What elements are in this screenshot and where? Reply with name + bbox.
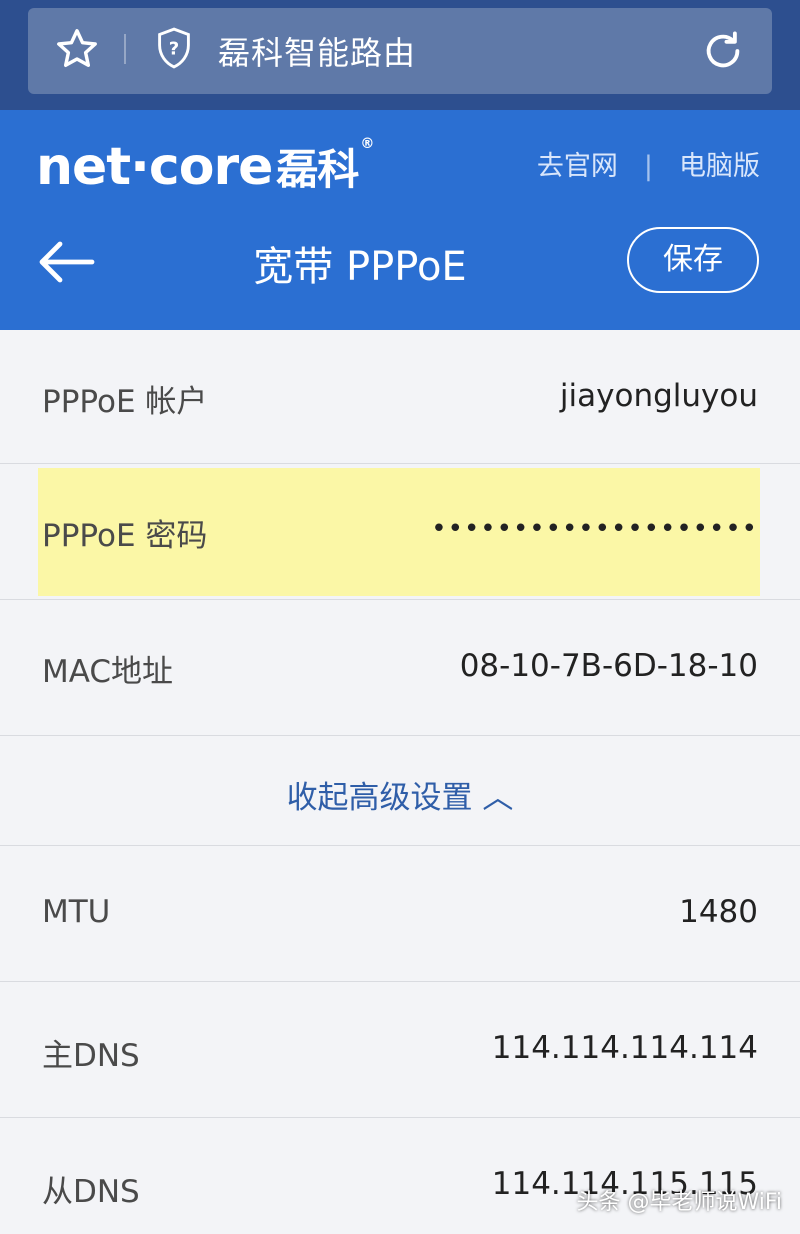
mtu-label: MTU: [42, 894, 111, 930]
app-header: net·core磊科® 去官网 | 电脑版 宽带 PPPoE 保存: [0, 110, 800, 330]
browser-bar: ? 磊科智能路由: [0, 0, 800, 110]
password-label: PPPoE 密码: [42, 518, 208, 554]
top-links: 去官网 | 电脑版: [537, 144, 760, 183]
mac-input[interactable]: 08-10-7B-6D-18-10: [460, 648, 758, 684]
svg-text:?: ?: [169, 38, 179, 59]
desktop-version-link[interactable]: 电脑版: [679, 151, 760, 182]
official-site-link[interactable]: 去官网: [537, 151, 618, 182]
link-separator: |: [643, 151, 653, 182]
reload-icon[interactable]: [700, 28, 746, 74]
mac-row[interactable]: MAC地址 08-10-7B-6D-18-10: [0, 600, 800, 736]
logo-reg: ®: [360, 136, 374, 152]
secondary-dns-label: 从DNS: [42, 1174, 140, 1210]
netcore-logo: net·core磊科®: [36, 136, 374, 197]
password-row[interactable]: PPPoE 密码 ••••••••••••••••••••: [0, 464, 800, 600]
primary-dns-row[interactable]: 主DNS 114.114.114.114: [0, 982, 800, 1118]
url-text[interactable]: 磊科智能路由: [218, 28, 416, 74]
account-input[interactable]: jiayongluyou: [560, 378, 758, 414]
page-title: 宽带 PPPoE: [253, 244, 467, 290]
password-input[interactable]: ••••••••••••••••••••: [431, 514, 758, 544]
shield-icon: ?: [158, 27, 190, 69]
account-row[interactable]: PPPoE 帐户 jiayongluyou: [0, 330, 800, 464]
settings-form: PPPoE 帐户 jiayongluyou PPPoE 密码 •••••••••…: [0, 330, 800, 1234]
logo-cn: 磊科: [276, 145, 359, 194]
mtu-input[interactable]: 1480: [679, 894, 758, 930]
primary-dns-input[interactable]: 114.114.114.114: [492, 1030, 758, 1066]
mtu-row[interactable]: MTU 1480: [0, 846, 800, 982]
star-icon[interactable]: [54, 26, 100, 72]
collapse-advanced-link[interactable]: 收起高级设置 ︿: [0, 772, 800, 817]
account-label: PPPoE 帐户: [42, 384, 208, 420]
mac-label: MAC地址: [42, 654, 174, 690]
secondary-dns-row[interactable]: 从DNS 114.114.115.115: [0, 1118, 800, 1234]
advanced-toggle-row[interactable]: 收起高级设置 ︿: [0, 736, 800, 846]
logo-text: net·core: [36, 137, 273, 197]
save-button[interactable]: 保存: [627, 227, 759, 293]
watermark-text: 头条 @毕老师说WiFi: [576, 1190, 782, 1215]
primary-dns-label: 主DNS: [42, 1038, 140, 1074]
address-divider: [124, 34, 126, 64]
